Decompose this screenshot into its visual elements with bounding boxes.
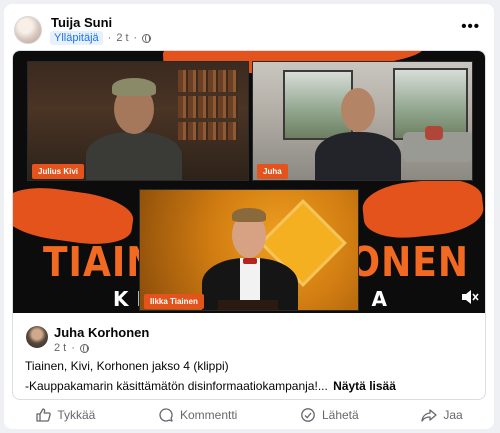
comment-icon (159, 407, 173, 422)
shared-post-info: Juha Korhonen 2 t · Tiainen, Kivi, Korho… (13, 313, 485, 399)
post-time[interactable]: 2 t (116, 32, 128, 44)
like-label: Tykkää (57, 407, 96, 422)
comment-button[interactable]: Kommentti (158, 407, 237, 423)
share-icon (421, 408, 437, 422)
bookshelf (178, 70, 238, 92)
role-badge: Ylläpitäjä (50, 31, 103, 45)
cap (112, 78, 156, 96)
author-name[interactable]: Tuija Suni (51, 15, 112, 30)
bookshelf (178, 96, 238, 118)
shared-post-time[interactable]: 2 t (54, 342, 66, 354)
share-button[interactable]: Jaa (421, 407, 463, 423)
post-meta: Ylläpitäjä · 2 t · (50, 31, 152, 45)
person-silhouette (315, 132, 401, 180)
more-options-button[interactable]: ••• (461, 18, 480, 35)
nameplate-left: Julius Kivi (32, 164, 85, 179)
post-text-title: Tiainen, Kivi, Korhonen jakso 4 (klippi) (25, 359, 229, 373)
post-card: Tuija Suni Ylläpitäjä · 2 t · ••• TIAIN … (4, 4, 494, 429)
action-bar: Tykkää Kommentti Lähetä Jaa (4, 400, 494, 429)
meta-separator: · (133, 32, 138, 44)
see-more-link[interactable]: Näytä lisää (333, 379, 396, 393)
post-text-excerpt: -Kauppakamarin käsittämätön disinformaat… (25, 379, 328, 393)
comment-label: Kommentti (179, 407, 238, 422)
bowtie (243, 258, 257, 264)
person-head (341, 88, 375, 132)
video-feed-right: Juha (252, 61, 473, 181)
hair (232, 208, 266, 222)
video-player[interactable]: TIAIN HONEN KES A Julius Kivi (13, 51, 485, 313)
desk (218, 300, 278, 310)
video-feed-center: Ilkka Tiainen (139, 189, 359, 311)
shared-post-meta: 2 t · (54, 342, 89, 354)
paint-splash (360, 174, 485, 243)
meta-separator: · (107, 32, 112, 44)
video-feed-left: Julius Kivi (27, 61, 249, 181)
send-button[interactable]: Lähetä (300, 407, 359, 423)
like-icon (36, 407, 52, 422)
send-icon (301, 407, 315, 422)
pillow (425, 126, 443, 140)
send-label: Lähetä (321, 407, 359, 422)
like-button[interactable]: Tykkää (35, 407, 95, 423)
post-text-body: -Kauppakamarin käsittämätön disinformaat… (25, 379, 396, 393)
shared-author-name[interactable]: Juha Korhonen (54, 325, 149, 340)
bookshelf (178, 122, 238, 140)
mute-icon[interactable] (461, 289, 479, 305)
globe-icon (79, 343, 89, 353)
nameplate-right: Juha (257, 164, 288, 179)
shared-author-avatar[interactable] (26, 326, 48, 348)
post-header: Tuija Suni Ylläpitäjä · 2 t · ••• (4, 4, 494, 50)
shared-post: TIAIN HONEN KES A Julius Kivi (12, 50, 486, 400)
meta-separator: · (71, 342, 75, 354)
video-subtitle-right: A (371, 287, 395, 311)
author-avatar[interactable] (14, 16, 42, 44)
globe-icon (142, 33, 152, 43)
person-silhouette (86, 132, 182, 180)
nameplate-center: Ilkka Tiainen (144, 294, 204, 309)
share-label: Jaa (443, 407, 463, 422)
